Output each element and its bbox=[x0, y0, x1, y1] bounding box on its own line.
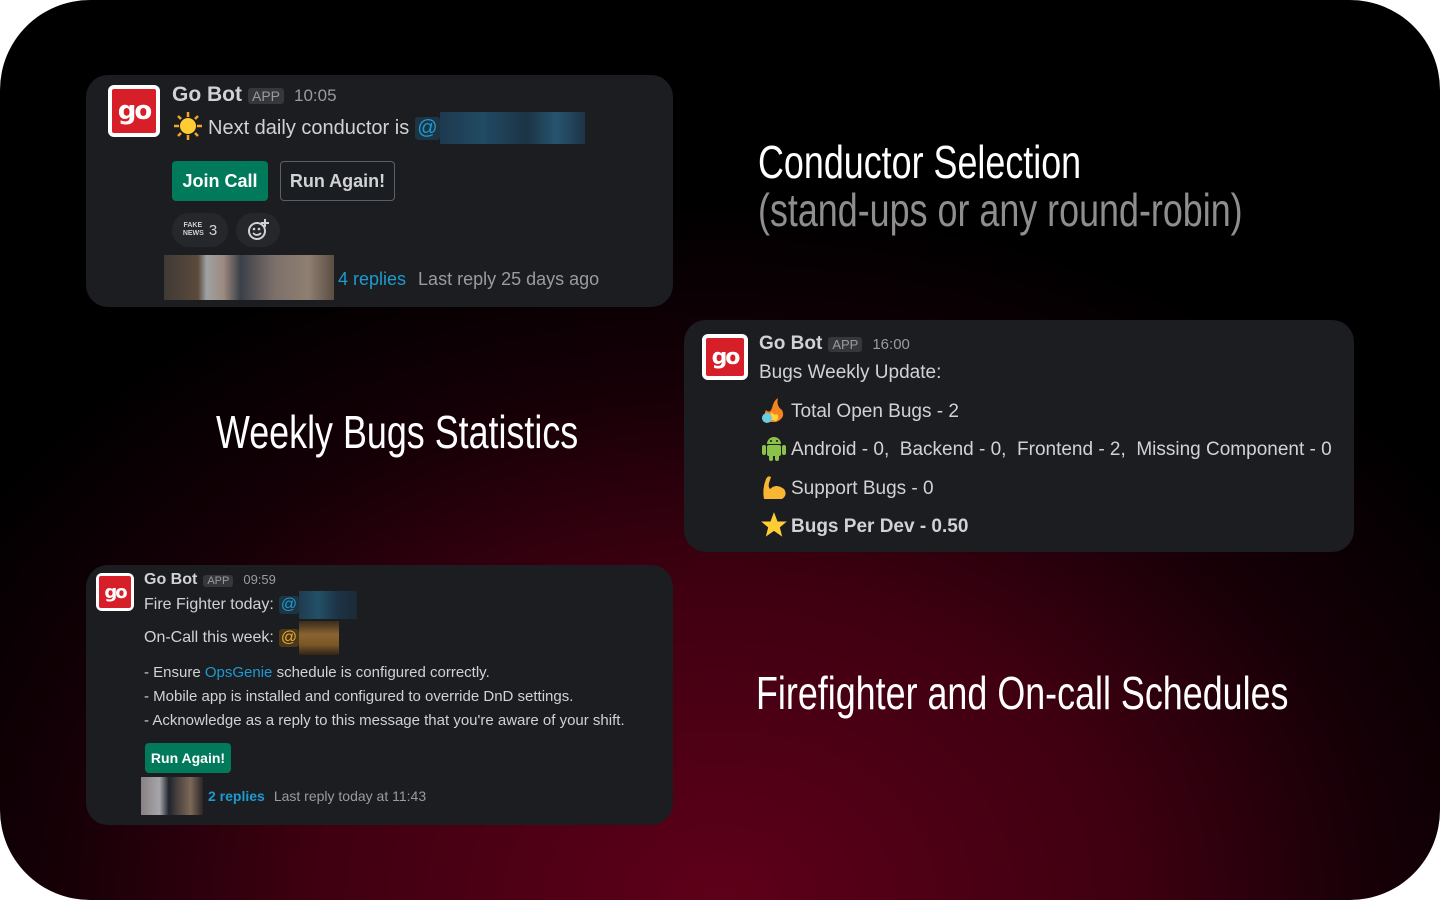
go-logo-icon: go bbox=[99, 576, 131, 608]
replier-avatars[interactable] bbox=[141, 777, 203, 815]
join-call-button[interactable]: Join Call bbox=[172, 161, 268, 201]
bullet-ensure-suffix: schedule is configured correctly. bbox=[272, 663, 490, 681]
last-reply-text: Last reply 25 days ago bbox=[418, 268, 600, 289]
conductor-text: Next daily conductor is bbox=[208, 116, 410, 139]
app-badge: APP bbox=[828, 337, 863, 352]
redacted-username bbox=[299, 621, 340, 655]
conductor-heading: Conductor Selection (stand-ups or any ro… bbox=[758, 138, 1243, 234]
sun-icon bbox=[172, 111, 204, 146]
bugs-per-dev: Bugs Per Dev - 0.50 bbox=[791, 516, 969, 537]
fire-bug-icon bbox=[759, 396, 789, 429]
reaction-count: 3 bbox=[208, 221, 218, 239]
background-frame: go Go Bot APP 10:05 Next daily conductor… bbox=[0, 0, 1440, 900]
bug-line: Total Open Bugs - 2 bbox=[759, 397, 959, 427]
go-logo-icon: go bbox=[706, 338, 744, 376]
replies-link[interactable]: 2 replies bbox=[208, 788, 265, 804]
add-reaction-icon bbox=[248, 219, 269, 240]
bugs-intro: Bugs Weekly Update: bbox=[759, 362, 942, 383]
star-icon bbox=[759, 511, 789, 544]
reaction-fake-news[interactable]: FAKE NEWS 3 bbox=[172, 213, 228, 247]
firefighter-message-card: go Go Bot APP 09:59 Fire Fighter today: … bbox=[86, 565, 673, 825]
bug-line: Android - 0, Backend - 0, Frontend - 2, … bbox=[759, 435, 1332, 465]
message-time[interactable]: 10:05 bbox=[294, 86, 337, 106]
oncall-mention[interactable]: @ bbox=[278, 629, 300, 647]
conductor-subtitle: (stand-ups or any round-robin) bbox=[758, 184, 1243, 236]
replies-link[interactable]: 4 replies bbox=[338, 269, 406, 290]
app-badge: APP bbox=[247, 88, 284, 104]
support-bugs: Support Bugs - 0 bbox=[791, 478, 934, 499]
last-reply-text: Last reply today at 11:43 bbox=[273, 788, 427, 804]
opsgenie-link[interactable]: OpsGenie bbox=[205, 664, 273, 681]
bot-name[interactable]: Go Bot bbox=[144, 571, 197, 589]
message-time[interactable]: 09:59 bbox=[243, 572, 276, 587]
user-mention[interactable]: @ bbox=[415, 116, 440, 140]
bugs-message-card: go Go Bot APP 16:00 Bugs Weekly Update: … bbox=[684, 320, 1354, 552]
bot-name[interactable]: Go Bot bbox=[759, 333, 822, 355]
firefighter-heading: Firefighter and On-call Schedules bbox=[756, 667, 1289, 719]
redacted-username bbox=[299, 591, 358, 619]
bot-avatar[interactable]: go bbox=[96, 573, 134, 611]
bot-avatar[interactable]: go bbox=[702, 334, 748, 380]
bug-line: Support Bugs - 0 bbox=[759, 474, 934, 504]
bot-name[interactable]: Go Bot bbox=[172, 83, 242, 107]
bullet-acknowledge: - Acknowledge as a reply to this message… bbox=[144, 711, 625, 729]
firefighter-label: Fire Fighter today: bbox=[144, 596, 274, 613]
bullet-ensure-prefix: - Ensure bbox=[144, 663, 205, 681]
replier-avatars[interactable] bbox=[164, 255, 334, 300]
run-again-button[interactable]: Run Again! bbox=[145, 743, 231, 773]
conductor-title: Conductor Selection bbox=[758, 136, 1082, 188]
bugs-heading: Weekly Bugs Statistics bbox=[216, 406, 579, 458]
message-time[interactable]: 16:00 bbox=[872, 336, 910, 353]
flexed-biceps-icon bbox=[759, 473, 789, 506]
total-open-bugs: Total Open Bugs - 2 bbox=[791, 401, 959, 422]
conductor-message-card: go Go Bot APP 10:05 Next daily conductor… bbox=[86, 75, 673, 307]
bullet-mobile-app: - Mobile app is installed and configured… bbox=[144, 687, 574, 705]
fake-news-icon: FAKE NEWS bbox=[182, 222, 204, 237]
firefighter-mention[interactable]: @ bbox=[278, 596, 300, 614]
bot-avatar[interactable]: go bbox=[108, 85, 160, 137]
add-reaction-button[interactable] bbox=[236, 213, 280, 247]
run-again-button[interactable]: Run Again! bbox=[280, 161, 395, 201]
bugs-by-component: Android - 0, Backend - 0, Frontend - 2, … bbox=[791, 439, 1332, 460]
redacted-username bbox=[439, 112, 585, 144]
bug-line: Bugs Per Dev - 0.50 bbox=[759, 511, 969, 544]
oncall-label: On-Call this week: bbox=[144, 629, 274, 646]
app-badge: APP bbox=[203, 575, 234, 587]
go-logo-icon: go bbox=[112, 89, 156, 133]
android-icon bbox=[759, 434, 789, 467]
